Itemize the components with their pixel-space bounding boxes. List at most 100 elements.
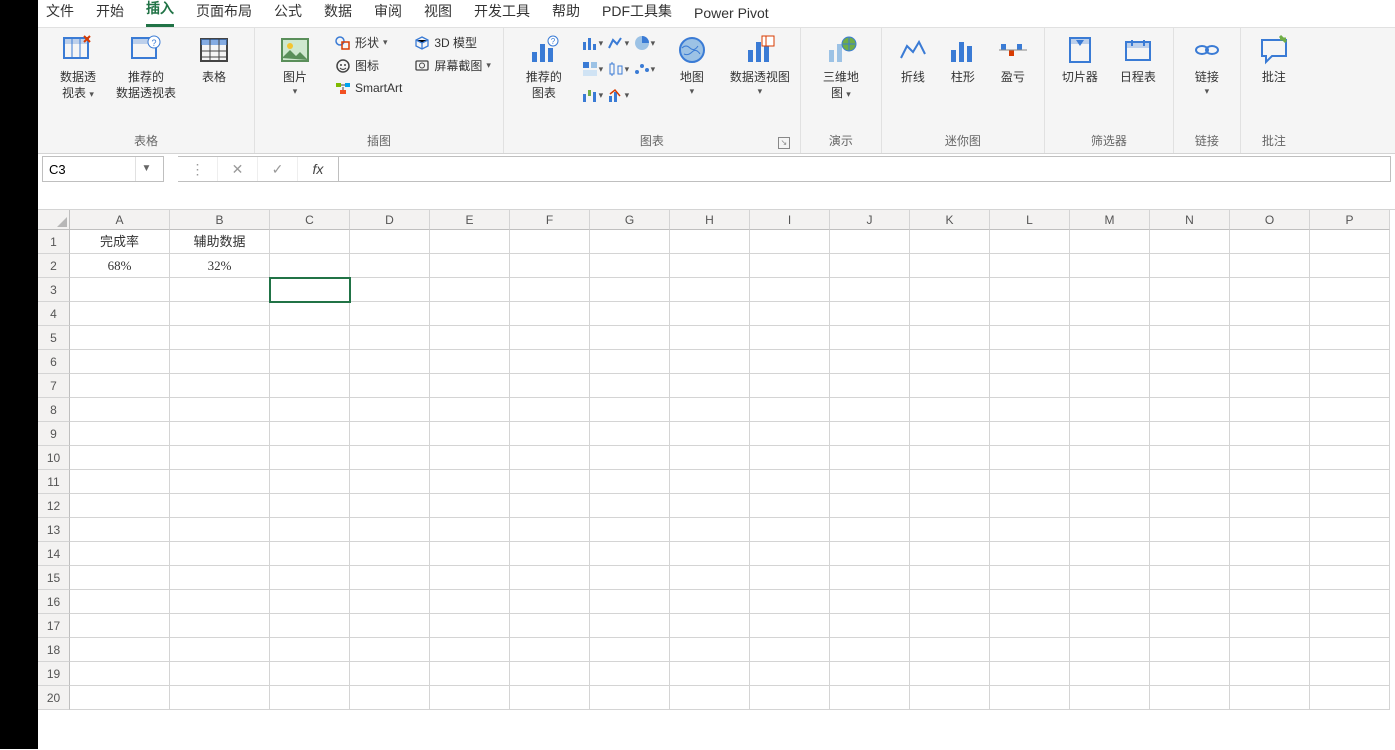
cell-I20[interactable] xyxy=(750,686,830,710)
cell-E1[interactable] xyxy=(430,230,510,254)
cell-F14[interactable] xyxy=(510,542,590,566)
cell-F19[interactable] xyxy=(510,662,590,686)
cell-K6[interactable] xyxy=(910,350,990,374)
cell-A6[interactable] xyxy=(70,350,170,374)
name-box-input[interactable] xyxy=(43,162,135,177)
select-all-button[interactable] xyxy=(38,210,70,230)
cell-I10[interactable] xyxy=(750,446,830,470)
cell-L8[interactable] xyxy=(990,398,1070,422)
cell-G7[interactable] xyxy=(590,374,670,398)
cell-G19[interactable] xyxy=(590,662,670,686)
cell-P4[interactable] xyxy=(1310,302,1390,326)
cell-I16[interactable] xyxy=(750,590,830,614)
cell-A7[interactable] xyxy=(70,374,170,398)
cell-H7[interactable] xyxy=(670,374,750,398)
cell-I15[interactable] xyxy=(750,566,830,590)
cell-H16[interactable] xyxy=(670,590,750,614)
cell-K8[interactable] xyxy=(910,398,990,422)
column-header-N[interactable]: N xyxy=(1150,210,1230,230)
row-header-15[interactable]: 15 xyxy=(38,566,70,590)
cell-D16[interactable] xyxy=(350,590,430,614)
cell-G13[interactable] xyxy=(590,518,670,542)
cell-J11[interactable] xyxy=(830,470,910,494)
pivot-chart-button[interactable]: 数据透视图 ▾ xyxy=(728,32,792,99)
cell-L5[interactable] xyxy=(990,326,1070,350)
cell-N12[interactable] xyxy=(1150,494,1230,518)
cell-A14[interactable] xyxy=(70,542,170,566)
name-box-dropdown[interactable]: ▼ xyxy=(135,157,157,181)
cell-M4[interactable] xyxy=(1070,302,1150,326)
cell-K17[interactable] xyxy=(910,614,990,638)
formula-more-button[interactable]: ⋮ xyxy=(178,157,218,181)
pie-chart-button[interactable]: ▾ xyxy=(632,32,656,54)
cell-I5[interactable] xyxy=(750,326,830,350)
cell-K10[interactable] xyxy=(910,446,990,470)
cell-B3[interactable] xyxy=(170,278,270,302)
cell-D7[interactable] xyxy=(350,374,430,398)
cell-M13[interactable] xyxy=(1070,518,1150,542)
cell-A5[interactable] xyxy=(70,326,170,350)
cell-L7[interactable] xyxy=(990,374,1070,398)
cell-F6[interactable] xyxy=(510,350,590,374)
cell-F3[interactable] xyxy=(510,278,590,302)
cell-H9[interactable] xyxy=(670,422,750,446)
cell-F11[interactable] xyxy=(510,470,590,494)
cell-B20[interactable] xyxy=(170,686,270,710)
cell-A19[interactable] xyxy=(70,662,170,686)
row-header-2[interactable]: 2 xyxy=(38,254,70,278)
cell-N11[interactable] xyxy=(1150,470,1230,494)
row-header-16[interactable]: 16 xyxy=(38,590,70,614)
cell-M8[interactable] xyxy=(1070,398,1150,422)
cell-C8[interactable] xyxy=(270,398,350,422)
cell-L12[interactable] xyxy=(990,494,1070,518)
cell-M20[interactable] xyxy=(1070,686,1150,710)
cell-K5[interactable] xyxy=(910,326,990,350)
cell-F12[interactable] xyxy=(510,494,590,518)
cell-L10[interactable] xyxy=(990,446,1070,470)
cell-O19[interactable] xyxy=(1230,662,1310,686)
cell-C14[interactable] xyxy=(270,542,350,566)
row-header-4[interactable]: 4 xyxy=(38,302,70,326)
cell-D18[interactable] xyxy=(350,638,430,662)
cell-G18[interactable] xyxy=(590,638,670,662)
cell-J8[interactable] xyxy=(830,398,910,422)
cell-D2[interactable] xyxy=(350,254,430,278)
cell-D8[interactable] xyxy=(350,398,430,422)
cell-K7[interactable] xyxy=(910,374,990,398)
insert-function-button[interactable]: fx xyxy=(298,157,338,181)
column-header-K[interactable]: K xyxy=(910,210,990,230)
cell-A9[interactable] xyxy=(70,422,170,446)
cell-L20[interactable] xyxy=(990,686,1070,710)
model3d-button[interactable]: 3D 模型 xyxy=(410,32,495,53)
cell-M10[interactable] xyxy=(1070,446,1150,470)
cell-C5[interactable] xyxy=(270,326,350,350)
cell-A4[interactable] xyxy=(70,302,170,326)
cell-H3[interactable] xyxy=(670,278,750,302)
table-button[interactable]: 表格 xyxy=(182,32,246,86)
cell-D14[interactable] xyxy=(350,542,430,566)
tab-开发工具[interactable]: 开发工具 xyxy=(474,0,530,27)
cell-N5[interactable] xyxy=(1150,326,1230,350)
cell-B8[interactable] xyxy=(170,398,270,422)
cell-I1[interactable] xyxy=(750,230,830,254)
cell-C1[interactable] xyxy=(270,230,350,254)
cell-E18[interactable] xyxy=(430,638,510,662)
cell-D9[interactable] xyxy=(350,422,430,446)
cell-B5[interactable] xyxy=(170,326,270,350)
cell-E13[interactable] xyxy=(430,518,510,542)
cell-H1[interactable] xyxy=(670,230,750,254)
cell-P12[interactable] xyxy=(1310,494,1390,518)
cell-N3[interactable] xyxy=(1150,278,1230,302)
cell-H13[interactable] xyxy=(670,518,750,542)
cell-F2[interactable] xyxy=(510,254,590,278)
cell-E15[interactable] xyxy=(430,566,510,590)
cell-H6[interactable] xyxy=(670,350,750,374)
cell-J7[interactable] xyxy=(830,374,910,398)
cell-L16[interactable] xyxy=(990,590,1070,614)
row-header-7[interactable]: 7 xyxy=(38,374,70,398)
cell-P7[interactable] xyxy=(1310,374,1390,398)
cell-L6[interactable] xyxy=(990,350,1070,374)
cell-H20[interactable] xyxy=(670,686,750,710)
cell-K4[interactable] xyxy=(910,302,990,326)
cell-P2[interactable] xyxy=(1310,254,1390,278)
